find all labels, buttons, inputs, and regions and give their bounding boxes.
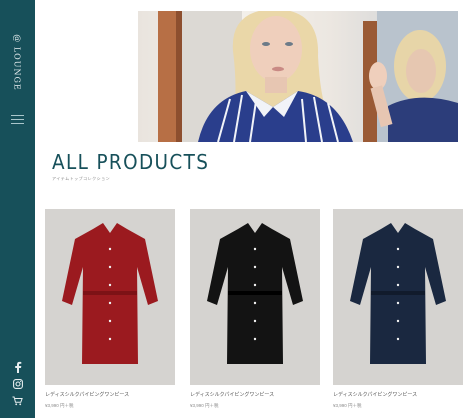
product-image[interactable]: [45, 209, 175, 385]
product-price: ¥3,990 円＋税: [333, 403, 362, 408]
sidebar: @ LOUNGE: [0, 0, 35, 418]
product-name[interactable]: レディスシルクパイピングワンピース: [190, 391, 320, 398]
facebook-icon[interactable]: [10, 360, 25, 374]
menu-icon[interactable]: [11, 115, 24, 124]
product-price: ¥3,990 円＋税: [45, 403, 74, 408]
brand-logo-text: @ LOUNGE: [13, 33, 23, 91]
product-card[interactable]: レディスシルクパイピングワンピース ¥3,990 円＋税: [190, 209, 320, 409]
product-name[interactable]: レディスシルクパイピングワンピース: [333, 391, 463, 398]
page-title: ALL PRODUCTS: [52, 150, 210, 174]
hero-image: [138, 11, 458, 142]
brand-logo[interactable]: @ LOUNGE: [0, 32, 35, 92]
product-card[interactable]: レディスシルクパイピングワンピース ¥3,990 円＋税: [333, 209, 463, 409]
product-card[interactable]: レディスシルクパイピングワンピース ¥3,990 円＋税: [45, 209, 175, 409]
instagram-icon[interactable]: [10, 377, 25, 391]
product-name[interactable]: レディスシルクパイピングワンピース: [45, 391, 175, 398]
product-price: ¥3,990 円＋税: [190, 403, 219, 408]
page-subtitle: アイテムトップコレクション: [52, 176, 111, 181]
cart-icon[interactable]: [10, 394, 25, 408]
product-image[interactable]: [190, 209, 320, 385]
product-image[interactable]: [333, 209, 463, 385]
